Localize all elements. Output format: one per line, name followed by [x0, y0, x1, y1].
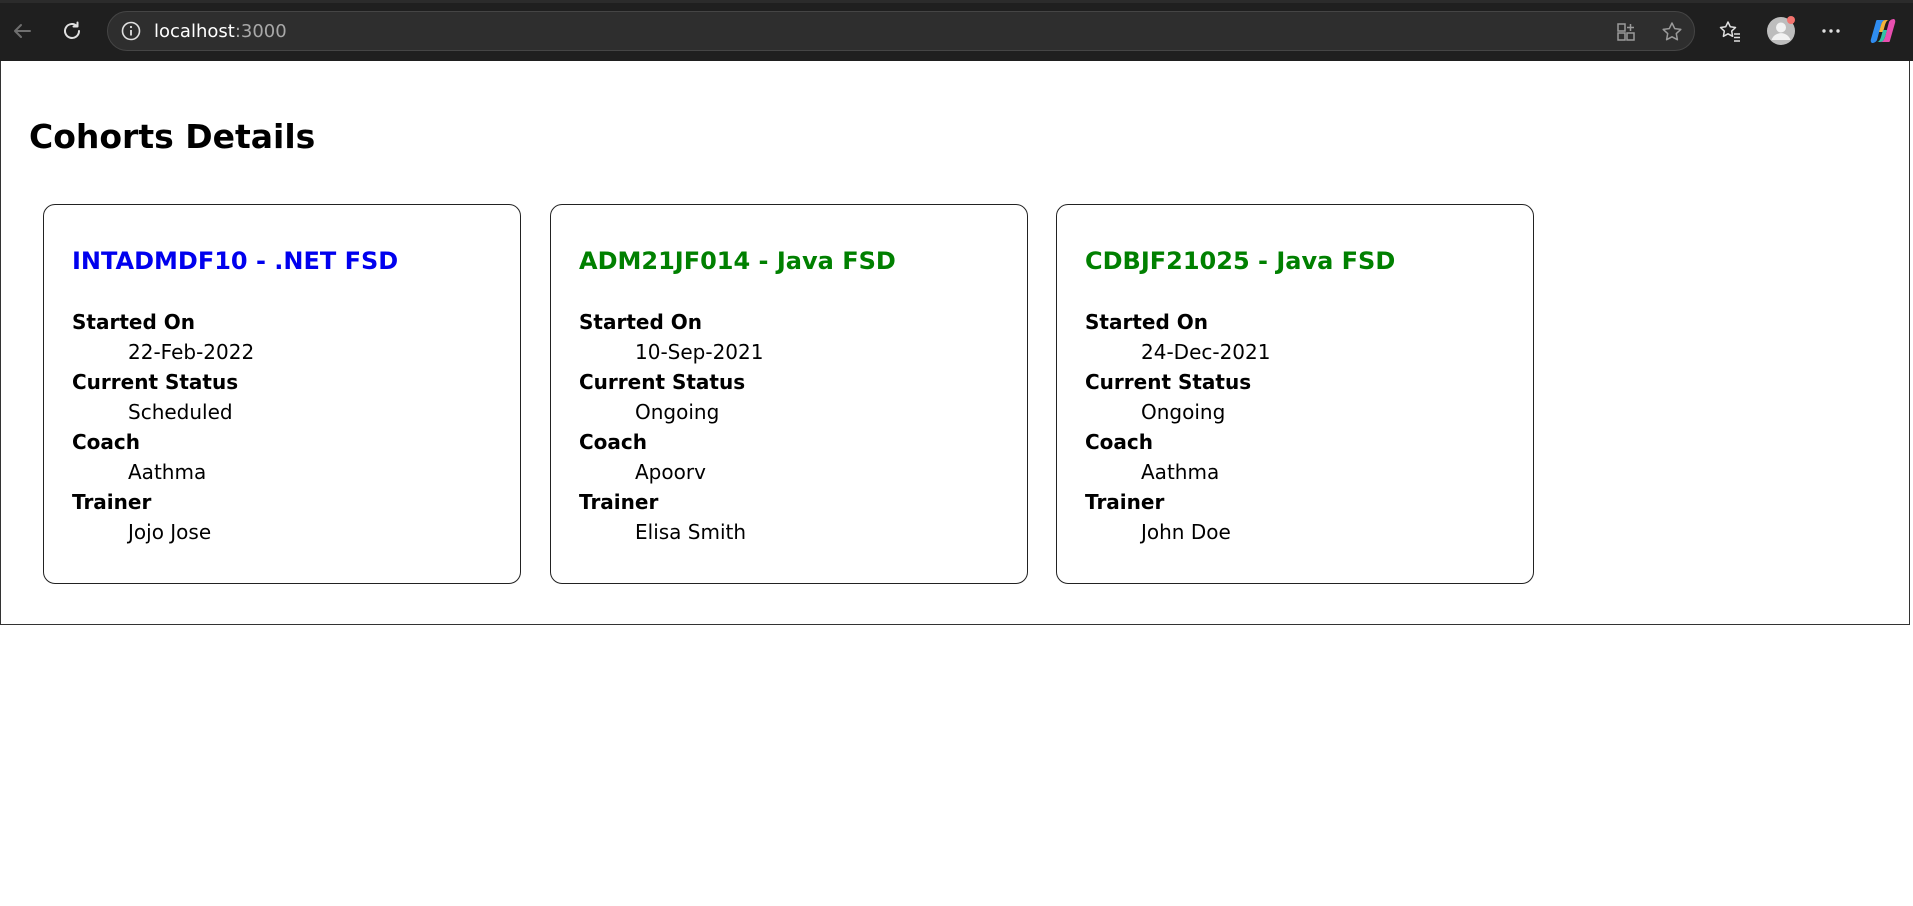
back-button[interactable]	[2, 11, 42, 51]
current-status-value: Ongoing	[635, 400, 720, 424]
tab-strip-edge	[0, 0, 1913, 3]
cohort-card: ADM21JF014 - Java FSD Started On 10-Sep-…	[550, 204, 1028, 584]
copilot-icon	[1870, 19, 1896, 43]
trainer-label: Trainer	[72, 490, 152, 514]
cohort-title: CDBJF21025 - Java FSD	[1085, 247, 1396, 275]
coach-value: Apoorv	[635, 460, 706, 484]
copilot-button[interactable]	[1863, 11, 1903, 51]
browser-toolbar: localhost:3000	[0, 0, 1913, 61]
address-bar[interactable]: localhost:3000	[107, 11, 1695, 51]
app-available-icon[interactable]	[1614, 20, 1638, 44]
favorites-list-icon	[1719, 21, 1740, 42]
back-arrow-icon	[14, 24, 31, 38]
url-text[interactable]: localhost:3000	[154, 21, 287, 43]
cohort-details: Started On 24-Dec-2021 Current Status On…	[1085, 307, 1270, 547]
coach-label: Coach	[1085, 430, 1154, 454]
current-status-label: Current Status	[579, 370, 746, 394]
trainer-label: Trainer	[1085, 490, 1165, 514]
cohort-card: INTADMDF10 - .NET FSD Started On 22-Feb-…	[43, 204, 521, 584]
started-on-label: Started On	[579, 310, 702, 334]
trainer-value: Jojo Jose	[128, 520, 212, 544]
trainer-value: Elisa Smith	[635, 520, 747, 544]
more-options-button[interactable]	[1811, 11, 1851, 51]
url-port: :3000	[234, 21, 287, 42]
favorites-button[interactable]	[1710, 11, 1750, 51]
started-on-label: Started On	[72, 310, 195, 334]
site-info-icon[interactable]	[120, 20, 142, 42]
cohort-details: Started On 22-Feb-2022 Current Status Sc…	[72, 307, 254, 547]
page-title: Cohorts Details	[29, 117, 316, 156]
reload-button[interactable]	[52, 11, 92, 51]
coach-label: Coach	[579, 430, 648, 454]
started-on-label: Started On	[1085, 310, 1208, 334]
coach-value: Aathma	[128, 460, 207, 484]
current-status-label: Current Status	[72, 370, 239, 394]
current-status-label: Current Status	[1085, 370, 1252, 394]
cohort-title: ADM21JF014 - Java FSD	[579, 247, 896, 275]
cohort-card: CDBJF21025 - Java FSD Started On 24-Dec-…	[1056, 204, 1534, 584]
coach-value: Aathma	[1141, 460, 1220, 484]
avatar	[1767, 16, 1795, 45]
content-container: Cohorts Details INTADMDF10 - .NET FSD St…	[0, 61, 1910, 625]
coach-label: Coach	[72, 430, 141, 454]
started-on-value: 24-Dec-2021	[1141, 340, 1271, 364]
trainer-label: Trainer	[579, 490, 659, 514]
cohort-details: Started On 10-Sep-2021 Current Status On…	[579, 307, 763, 547]
favorite-star-icon[interactable]	[1660, 20, 1684, 44]
started-on-value: 22-Feb-2022	[128, 340, 255, 364]
url-host: localhost	[154, 21, 235, 42]
ellipsis-icon	[1822, 29, 1840, 33]
trainer-value: John Doe	[1141, 520, 1231, 544]
reload-icon	[64, 21, 80, 39]
page-viewport: Cohorts Details INTADMDF10 - .NET FSD St…	[0, 61, 1913, 906]
current-status-value: Scheduled	[128, 400, 233, 424]
started-on-value: 10-Sep-2021	[635, 340, 764, 364]
profile-button[interactable]	[1761, 11, 1801, 51]
current-status-value: Ongoing	[1141, 400, 1226, 424]
cohort-title: INTADMDF10 - .NET FSD	[72, 247, 399, 275]
